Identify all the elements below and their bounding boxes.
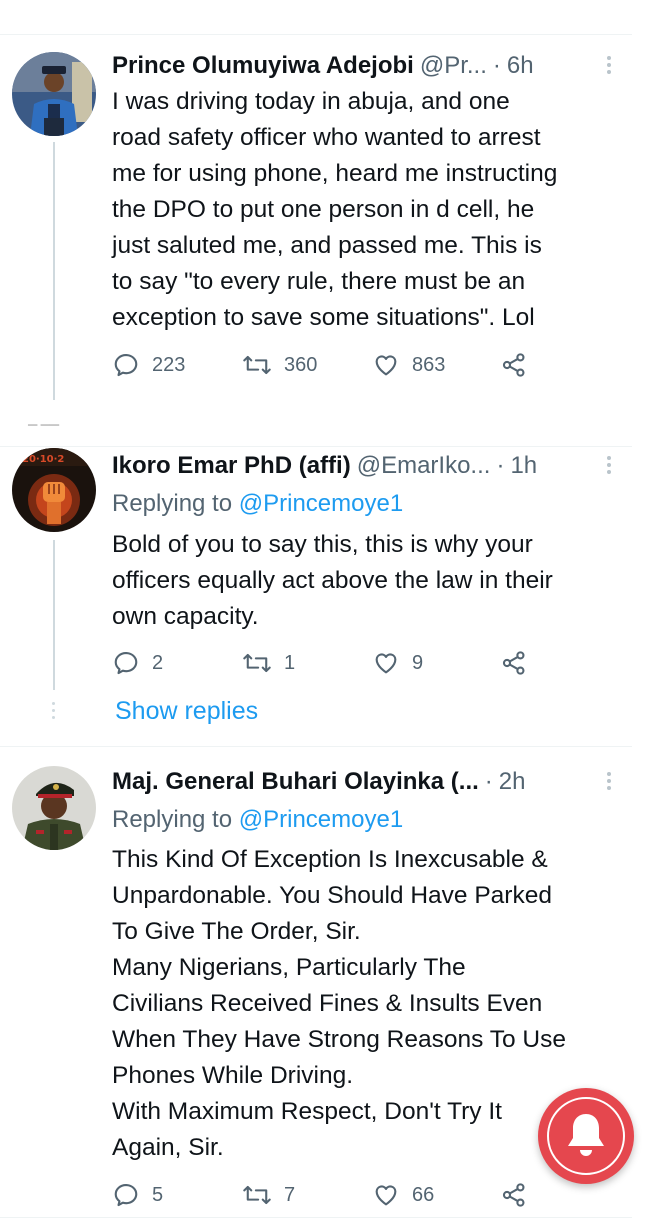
retweet-count: 1: [284, 651, 296, 674]
author-handle[interactable]: @Pr...: [420, 52, 487, 80]
police-officer-avatar: [12, 52, 96, 136]
text-line: Civilians Received Fines & Insults Even: [112, 990, 543, 1017]
text-line: just saluted me, and passed me. This is: [112, 232, 542, 259]
avatar[interactable]: [12, 766, 96, 850]
like-button[interactable]: 66: [372, 1178, 434, 1212]
replying-label: Replying to: [112, 806, 233, 833]
share-icon: [502, 651, 525, 675]
share-button[interactable]: [500, 1178, 528, 1212]
text-line: To Give The Order, Sir.: [112, 918, 361, 945]
more-options-icon[interactable]: [606, 56, 612, 74]
military-officer-avatar: [12, 766, 96, 850]
timestamp[interactable]: 6h: [507, 52, 534, 80]
text-line: Unpardonable. You Should Have Parked: [112, 882, 552, 909]
text-line: Many Nigerians, Particularly The: [112, 954, 466, 981]
like-count: 863: [412, 353, 446, 376]
reply-button[interactable]: 2: [112, 646, 163, 680]
separator-dot: ·: [492, 52, 501, 79]
reply-icon: [114, 1184, 138, 1207]
tweet-text: Bold of you to say this, this is why you…: [112, 527, 622, 635]
like-count: 66: [412, 1183, 435, 1206]
share-icon: [502, 353, 525, 377]
action-bar: 223 360 863: [112, 348, 542, 382]
text-line: own capacity.: [112, 603, 259, 630]
text-line: exception to save some situations". Lol: [112, 304, 535, 331]
text-line: road safety officer who wanted to arrest: [112, 124, 541, 151]
retweet-count: 7: [284, 1183, 296, 1206]
like-count: 9: [412, 651, 424, 674]
share-button[interactable]: [500, 348, 528, 382]
reply-icon: [114, 354, 138, 377]
author-name[interactable]: Ikoro Emar PhD (affi): [112, 452, 351, 480]
heart-icon: [375, 653, 397, 674]
reply-button[interactable]: 223: [112, 348, 185, 382]
retweet-button[interactable]: 360: [242, 348, 317, 382]
retweet-icon: [243, 653, 271, 673]
reply-icon: [114, 652, 138, 675]
retweet-icon: [243, 1185, 271, 1205]
retweet-count: 360: [284, 353, 318, 376]
text-line: me for using phone, heard me instructing: [112, 160, 558, 187]
text-line: When They Have Strong Reasons To Use: [112, 1026, 566, 1053]
reply-count: 2: [152, 651, 164, 674]
notification-bell-icon: [568, 1114, 604, 1156]
show-replies-link[interactable]: Show replies: [115, 697, 258, 726]
text-line: Phones While Driving.: [112, 1062, 354, 1089]
text-line: to say "to every rule, there must be an: [112, 268, 526, 295]
reply-button[interactable]: 5: [112, 1178, 163, 1212]
more-options-icon[interactable]: [606, 772, 612, 790]
tweet-header: Ikoro Emar PhD (affi) @EmarIko... · 1h: [112, 448, 612, 484]
divider: [0, 446, 632, 447]
retweet-icon: [243, 355, 271, 375]
replying-to: Replying to @Princemoye1: [112, 806, 403, 834]
action-bar: 2 1 9: [112, 646, 542, 680]
bottom-divider: [0, 1217, 632, 1218]
reply-count: 5: [152, 1183, 164, 1206]
avatar[interactable]: 20·10·2: [12, 448, 96, 532]
top-divider: [0, 34, 632, 35]
reply-count: 223: [152, 353, 186, 376]
tweet-header: Prince Olumuyiwa Adejobi @Pr... · 6h: [112, 48, 612, 84]
thread-dots: [52, 702, 56, 719]
author-name[interactable]: Prince Olumuyiwa Adejobi: [112, 52, 414, 80]
text-line: Bold of you to say this, this is why you…: [112, 531, 533, 558]
heart-icon: [375, 1185, 397, 1206]
text-line: This Kind Of Exception Is Inexcusable &: [112, 846, 548, 873]
text-line: the DPO to put one person in d cell, he: [112, 196, 535, 223]
divider: [0, 746, 632, 747]
svg-text:20·10·2: 20·10·2: [22, 454, 64, 465]
action-bar: 5 7 66: [112, 1178, 542, 1212]
faded-artifact: ▁ ▁▁: [28, 412, 60, 426]
raised-fist-avatar: 20·10·2: [12, 448, 96, 532]
replying-label: Replying to: [112, 490, 233, 517]
tweet-text: I was driving today in abuja, and one ro…: [112, 84, 622, 336]
author-name[interactable]: Maj. General Buhari Olayinka (...: [112, 768, 479, 796]
separator-dot: ·: [496, 452, 505, 479]
tweet-header: Maj. General Buhari Olayinka (... · 2h: [112, 764, 612, 800]
text-line: officers equally act above the law in th…: [112, 567, 553, 594]
timestamp[interactable]: 1h: [510, 452, 537, 480]
thread-line: [53, 540, 55, 690]
replying-to: Replying to @Princemoye1: [112, 490, 403, 518]
retweet-button[interactable]: 1: [242, 646, 295, 680]
retweet-button[interactable]: 7: [242, 1178, 295, 1212]
more-options-icon[interactable]: [606, 456, 612, 474]
share-button[interactable]: [500, 646, 528, 680]
mention-link[interactable]: @Princemoye1: [239, 806, 403, 833]
text-line: I was driving today in abuja, and one: [112, 88, 510, 115]
share-icon: [502, 1183, 525, 1207]
mention-link[interactable]: @Princemoye1: [239, 490, 403, 517]
timestamp[interactable]: 2h: [499, 768, 526, 796]
author-handle[interactable]: @EmarIko...: [357, 452, 491, 480]
like-button[interactable]: 9: [372, 646, 423, 680]
notification-button[interactable]: [538, 1088, 634, 1184]
avatar[interactable]: [12, 52, 96, 136]
separator-dot: ·: [484, 768, 493, 795]
heart-icon: [375, 355, 397, 376]
like-button[interactable]: 863: [372, 348, 445, 382]
thread-line: [53, 142, 55, 400]
